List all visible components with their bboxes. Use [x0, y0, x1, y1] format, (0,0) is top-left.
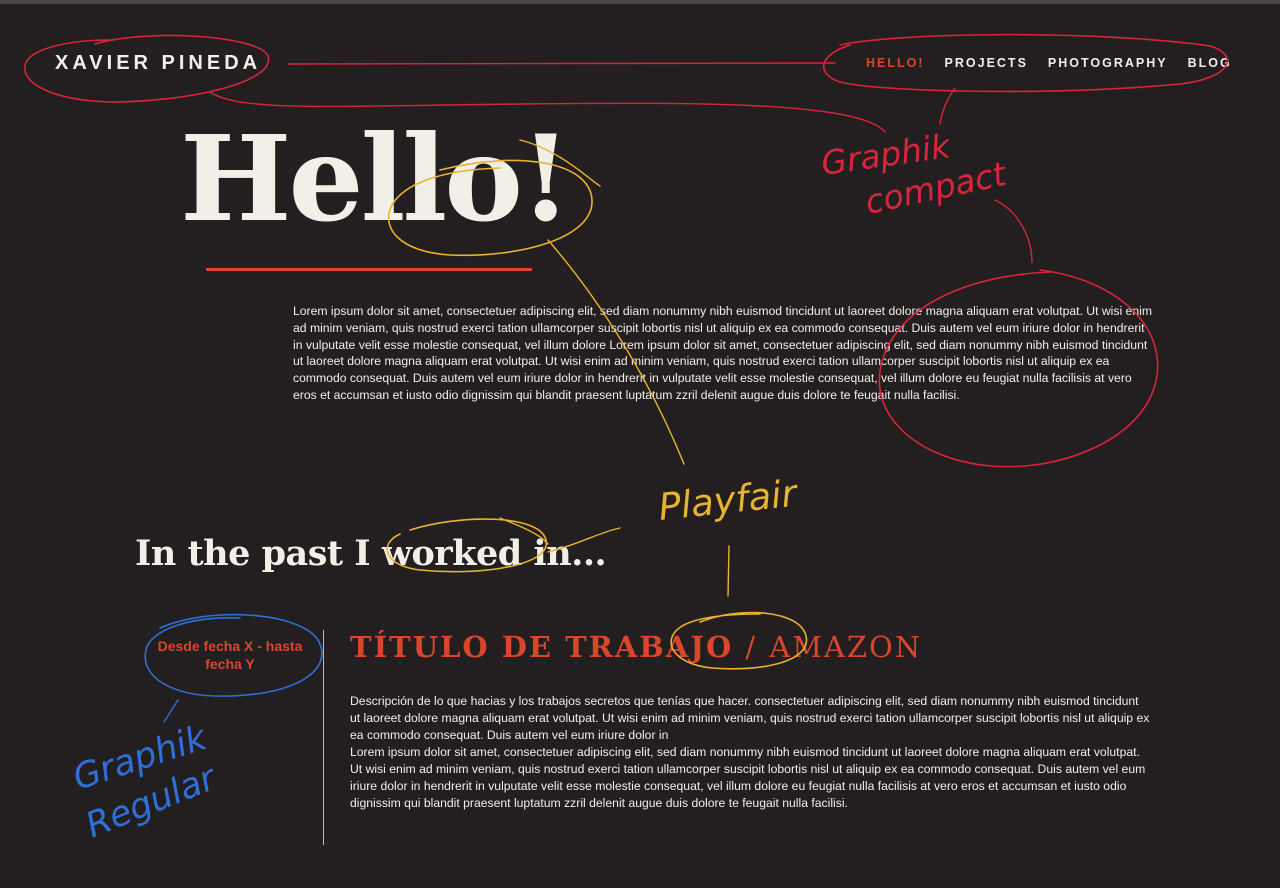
nav-item-blog[interactable]: BLOG: [1188, 56, 1232, 70]
annotation-pointer-body: [994, 199, 1033, 263]
job-description-paragraph: Descripción de lo que hacias y los traba…: [350, 694, 1150, 742]
job-title: TÍTULO DE TRABAJO / AMAZON: [350, 630, 922, 664]
annotation-nav-font: Graphik: [819, 126, 955, 183]
nav-item-projects[interactable]: PROJECTS: [945, 56, 1028, 70]
job-description: Descripción de lo que hacias y los traba…: [350, 693, 1150, 812]
site-logo[interactable]: XAVIER PINEDA: [55, 52, 261, 75]
annotation-heading-font: Playfair: [656, 471, 801, 529]
annotation-body-font: Regular: [80, 757, 223, 846]
nav-item-hello[interactable]: HELLO!: [866, 56, 925, 70]
annotation-dates-pointer: [163, 699, 179, 723]
job-role: TÍTULO DE TRABAJO: [350, 630, 734, 664]
hero-underline: [206, 268, 532, 271]
top-border: [0, 0, 1280, 4]
hero-title: Hello!: [180, 109, 572, 248]
hero-intro: Lorem ipsum dolor sit amet, consectetuer…: [293, 304, 1152, 402]
annotation-playfair-pointer: [727, 545, 730, 597]
main-nav: HELLO! PROJECTS PHOTOGRAPHY BLOG: [866, 56, 1232, 70]
annotation-pointer-nav: [939, 87, 956, 125]
annotation-connector-line: [287, 62, 836, 65]
annotation-body-font: Graphik: [68, 718, 213, 799]
timeline-divider: [323, 630, 324, 845]
job-dates: Desde fecha X - hasta fecha Y: [157, 638, 303, 672]
job-title-separator: /: [745, 630, 758, 664]
nav-item-photography[interactable]: PHOTOGRAPHY: [1048, 56, 1168, 70]
experience-heading: In the past I worked in...: [135, 533, 607, 574]
job-description-paragraph: Lorem ipsum dolor sit amet, consectetuer…: [350, 745, 1146, 810]
job-company: AMAZON: [769, 630, 923, 664]
annotation-nav-font: compact: [862, 154, 1011, 222]
